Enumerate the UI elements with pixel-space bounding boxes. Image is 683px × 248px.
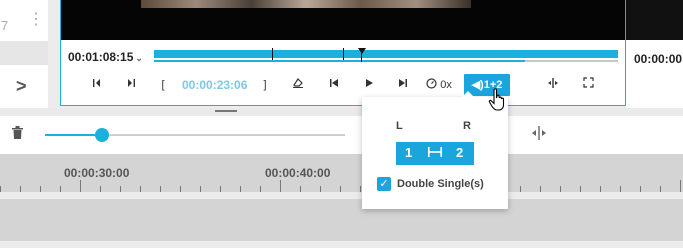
track-gap xyxy=(0,241,683,248)
video-player: 00:01:08:15 ⌄ [ 00:00:23:06 ] 0x ◀)1+2 xyxy=(60,0,626,106)
audio-channel-popup: L R 1 2 ✓ Double Single(s) xyxy=(362,91,508,209)
mark-in-marker[interactable] xyxy=(272,48,273,60)
trash-icon[interactable] xyxy=(12,126,23,142)
mark-in-button[interactable]: [ xyxy=(158,76,168,94)
split-clip-icon[interactable] xyxy=(531,126,547,143)
zoom-slider-handle[interactable] xyxy=(95,128,109,142)
speed-control[interactable]: 0x xyxy=(424,76,454,94)
eraser-icon[interactable] xyxy=(290,76,306,94)
ruler-tick xyxy=(280,180,281,192)
channel-mapping[interactable]: 1 2 xyxy=(396,142,474,165)
ruler-label: 00:00:30:00 xyxy=(64,166,130,180)
timeline-ruler[interactable]: 00:00:30:00 00:00:40:00 0 xyxy=(0,154,683,192)
preview-frame xyxy=(626,0,683,40)
chevron-right-icon[interactable]: > xyxy=(16,76,27,97)
channel-left-value: 1 xyxy=(405,145,413,160)
video-frame xyxy=(61,0,625,40)
right-channel-label: R xyxy=(463,120,471,132)
splitter-grip[interactable] xyxy=(215,110,237,112)
snap-icon[interactable] xyxy=(545,76,561,94)
mark-out-marker[interactable] xyxy=(343,48,344,60)
playhead-line xyxy=(361,52,362,62)
timecode-total-value: 00:01:08:15 xyxy=(68,50,134,64)
fullscreen-icon[interactable] xyxy=(580,76,596,94)
scrub-bar[interactable] xyxy=(154,50,618,58)
zoom-slider-fill xyxy=(45,134,102,136)
skip-forward-icon[interactable] xyxy=(395,76,411,94)
ruler-tick xyxy=(680,180,681,192)
left-panel-footer: > xyxy=(0,65,48,108)
step-back-icon[interactable] xyxy=(90,76,106,94)
play-icon[interactable] xyxy=(361,76,377,94)
speed-value: 0x xyxy=(440,79,452,91)
timecode-current[interactable]: 00:00:23:06 xyxy=(182,78,247,92)
left-panel-divider xyxy=(0,41,48,65)
mark-out-button[interactable]: ] xyxy=(260,76,270,94)
left-channel-label: L xyxy=(396,120,403,132)
track-gap xyxy=(0,192,683,199)
link-icon xyxy=(427,146,443,161)
left-panel-row: 7 ⋮ xyxy=(0,0,48,41)
row-number: 7 xyxy=(1,18,9,33)
progress-fill xyxy=(154,60,525,62)
double-single-checkbox[interactable]: ✓ xyxy=(377,177,391,191)
chevron-down-icon: ⌄ xyxy=(135,53,143,63)
preview-timecode: 00:00:00 xyxy=(634,52,683,66)
playhead[interactable] xyxy=(358,48,366,54)
drag-handle-icon[interactable]: ⋮ xyxy=(28,12,44,28)
step-forward-icon[interactable] xyxy=(122,76,138,94)
hand-cursor-icon xyxy=(488,88,508,117)
channel-right-value: 2 xyxy=(456,145,464,160)
speaker-icon: ◀) xyxy=(471,79,484,91)
ruler-tick xyxy=(80,180,81,192)
panel-splitter[interactable] xyxy=(0,108,683,116)
preview-info: 00:00:00 xyxy=(626,40,683,108)
video-thumbnail xyxy=(141,0,471,8)
video-editor: 7 ⋮ > 00:01:08:15 ⌄ [ 00:00:23:06 ] 0x ◀… xyxy=(0,0,683,248)
timeline-track[interactable] xyxy=(0,199,683,241)
skip-back-icon[interactable] xyxy=(326,76,342,94)
speedometer-icon xyxy=(426,78,440,91)
ruler-label: 00:00:40:00 xyxy=(265,166,331,180)
timecode-total[interactable]: 00:01:08:15 ⌄ xyxy=(68,50,143,64)
double-single-label: Double Single(s) xyxy=(397,178,484,190)
